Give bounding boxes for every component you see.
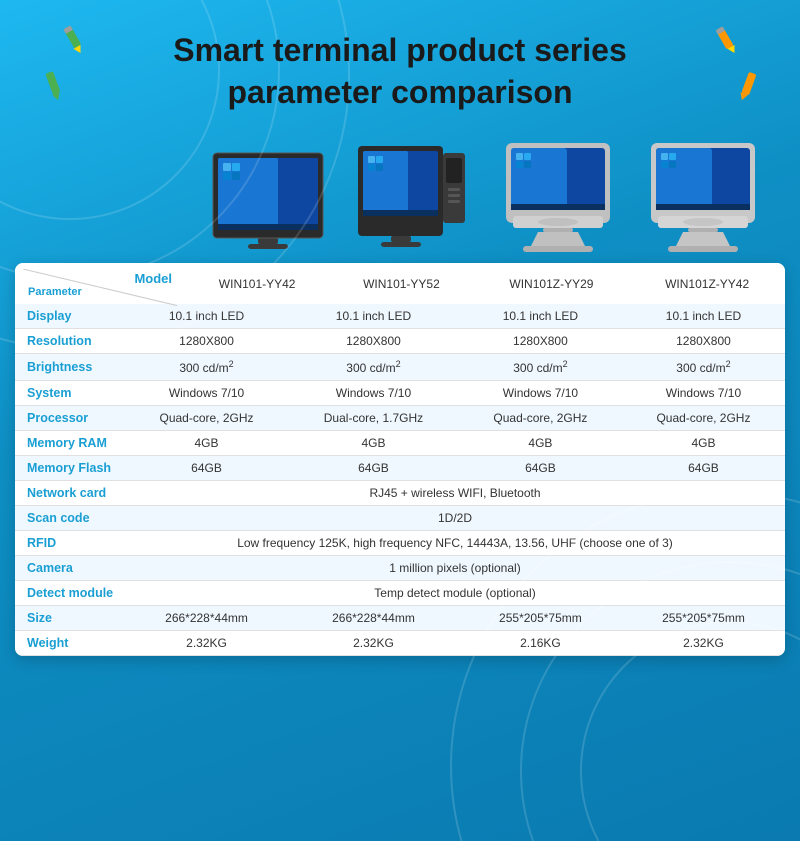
value-cell-0: 266*228*44mm [125, 606, 288, 631]
table-row: ProcessorQuad-core, 2GHzDual-core, 1.7GH… [15, 406, 785, 431]
value-cell-0: Windows 7/10 [125, 381, 288, 406]
device-svg-4 [643, 138, 763, 253]
device-svg-2 [353, 138, 473, 253]
value-cell-1: 2.32KG [288, 631, 459, 656]
model-name-4: WIN101Z-YY42 [629, 263, 785, 304]
model-param-header: Model Parameter [15, 263, 185, 304]
param-name-cell: Camera [15, 556, 125, 581]
param-name-cell: System [15, 381, 125, 406]
value-cell-1: 10.1 inch LED [288, 304, 459, 329]
value-cell-1: Dual-core, 1.7GHz [288, 406, 459, 431]
value-cell-0: 64GB [125, 456, 288, 481]
param-name-cell: Memory Flash [15, 456, 125, 481]
table-row: Memory Flash64GB64GB64GB64GB [15, 456, 785, 481]
param-name-cell: RFID [15, 531, 125, 556]
value-cell-0: 4GB [125, 431, 288, 456]
param-name-cell: Weight [15, 631, 125, 656]
value-cell-0: Quad-core, 2GHz [125, 406, 288, 431]
product-image-4 [630, 138, 775, 253]
header-section: Smart terminal product series parameter … [0, 0, 800, 128]
value-cell-2: Quad-core, 2GHz [459, 406, 622, 431]
value-cell-3: 300 cd/m2 [622, 354, 785, 381]
value-cell-2: 4GB [459, 431, 622, 456]
table-row: Memory RAM4GB4GB4GB4GB [15, 431, 785, 456]
param-name-cell: Size [15, 606, 125, 631]
value-cell-2: 10.1 inch LED [459, 304, 622, 329]
value-cell-3: Windows 7/10 [622, 381, 785, 406]
diagonal-line-svg [23, 269, 177, 307]
value-cell-3: 10.1 inch LED [622, 304, 785, 329]
param-name-cell: Processor [15, 406, 125, 431]
value-cell-1: 4GB [288, 431, 459, 456]
value-cell-1: 266*228*44mm [288, 606, 459, 631]
brush-icon-3 [35, 68, 71, 104]
param-name-cell: Scan code [15, 506, 125, 531]
brush-icon-4 [729, 68, 765, 104]
product-image-3 [485, 138, 630, 253]
table-row: Brightness300 cd/m2300 cd/m2300 cd/m2300… [15, 354, 785, 381]
value-cell-1: Windows 7/10 [288, 381, 459, 406]
value-cell-2: 300 cd/m2 [459, 354, 622, 381]
value-cell-3: Quad-core, 2GHz [622, 406, 785, 431]
value-cell-3: 4GB [622, 431, 785, 456]
value-cell-2: 64GB [459, 456, 622, 481]
value-cell-0: 2.32KG [125, 631, 288, 656]
value-cell-3: 64GB [622, 456, 785, 481]
value-cell-1: 64GB [288, 456, 459, 481]
value-cell-1: 1280X800 [288, 329, 459, 354]
param-name-cell: Network card [15, 481, 125, 506]
value-cell-2: Windows 7/10 [459, 381, 622, 406]
value-cell-2: 1280X800 [459, 329, 622, 354]
model-name-3: WIN101Z-YY29 [474, 263, 630, 304]
table-row: SystemWindows 7/10Windows 7/10Windows 7/… [15, 381, 785, 406]
model-name-2: WIN101-YY52 [329, 263, 473, 304]
value-cell-1: 300 cd/m2 [288, 354, 459, 381]
brush-icon-1 [55, 22, 91, 58]
device-svg-3 [498, 138, 618, 253]
title-line2: parameter comparison [227, 74, 572, 110]
comparison-table: Model Parameter WIN101-YY42 WIN101-YY52 … [15, 263, 785, 304]
title-line1: Smart terminal product series [173, 32, 626, 68]
value-cell-3: 1280X800 [622, 329, 785, 354]
param-name-cell: Brightness [15, 354, 125, 381]
page-title: Smart terminal product series parameter … [173, 30, 626, 113]
value-cell-0: 300 cd/m2 [125, 354, 288, 381]
param-name-cell: Memory RAM [15, 431, 125, 456]
table-header-row: Model Parameter WIN101-YY42 WIN101-YY52 … [15, 263, 785, 304]
product-image-2 [340, 138, 485, 253]
param-name-cell: Detect module [15, 581, 125, 606]
page-container: Smart terminal product series parameter … [0, 0, 800, 841]
brush-icon-2 [709, 22, 745, 58]
